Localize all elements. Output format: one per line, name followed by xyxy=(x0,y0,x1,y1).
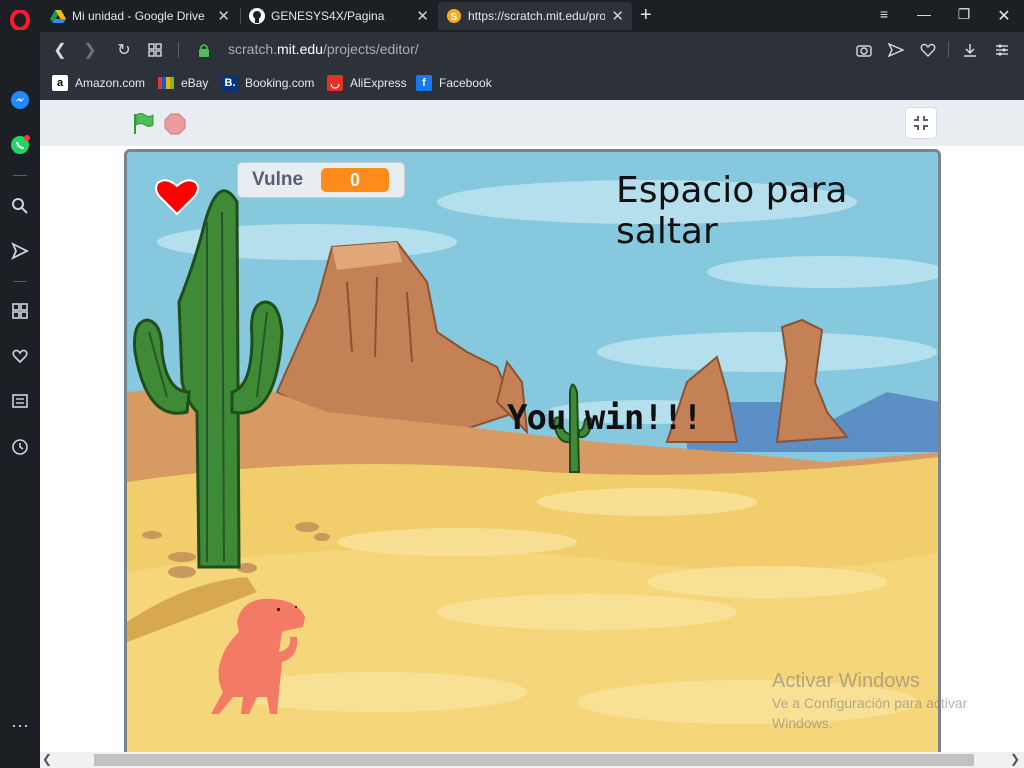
more-icon[interactable]: ⋯ xyxy=(8,714,32,738)
forward-button[interactable]: ❯ xyxy=(80,40,100,60)
tab-github[interactable]: GENESYS4X/Pagina ✕ xyxy=(241,2,437,30)
search-icon[interactable] xyxy=(8,194,32,218)
variable-value: 0 xyxy=(321,168,390,192)
page-content: Vulne 0 Espacio para saltar You win!!! xyxy=(40,100,1024,759)
variable-monitor[interactable]: Vulne 0 xyxy=(237,162,405,198)
horizontal-scrollbar[interactable]: ❮ ❯ xyxy=(40,752,1024,768)
scroll-right-arrow[interactable]: ❯ xyxy=(1010,752,1020,766)
bookmarks-bar: a Amazon.com eBay B. Booking.com ◡ AliEx… xyxy=(40,68,1024,100)
restore-button[interactable]: ❐ xyxy=(954,6,974,23)
send-icon[interactable] xyxy=(8,239,32,263)
bookmark-ebay[interactable]: eBay xyxy=(158,75,208,91)
ebay-icon xyxy=(158,75,174,91)
scratch-stage[interactable]: Vulne 0 Espacio para saltar You win!!! xyxy=(124,149,941,759)
opera-logo-icon[interactable] xyxy=(8,8,32,32)
tab-menu-icon[interactable]: ≡ xyxy=(874,6,894,22)
facebook-icon: f xyxy=(416,75,432,91)
history-icon[interactable] xyxy=(8,435,32,459)
tab-google-drive[interactable]: Mi unidad - Google Drive ✕ xyxy=(42,2,238,30)
watermark-title: Activar Windows xyxy=(772,670,920,692)
new-tab-button[interactable]: + xyxy=(640,4,652,27)
reload-button[interactable]: ↻ xyxy=(114,40,134,60)
tab-title: Mi unidad - Google Drive xyxy=(72,9,205,23)
watermark-subtitle: Ve a Configuración para activar Windows. xyxy=(772,695,968,731)
close-tab-icon[interactable]: ✕ xyxy=(217,7,230,25)
tab-title: GENESYS4X/Pagina xyxy=(271,9,385,23)
bookmark-label: AliExpress xyxy=(350,76,407,90)
scratch-controls-bar xyxy=(40,100,1024,146)
bookmark-label: Amazon.com xyxy=(75,76,146,90)
tab-title: https://scratch.mit.edu/proj xyxy=(468,9,606,23)
send-page-icon[interactable] xyxy=(886,40,906,60)
opera-sidebar: ⋯ xyxy=(0,0,40,768)
tabs-overview-icon[interactable] xyxy=(145,40,165,60)
win-message: You win!!! xyxy=(507,398,703,438)
bookmark-booking[interactable]: B. Booking.com xyxy=(222,75,314,91)
variable-name: Vulne xyxy=(252,169,304,190)
lock-icon[interactable] xyxy=(194,40,214,60)
exit-fullscreen-button[interactable] xyxy=(905,107,937,139)
svg-text:S: S xyxy=(451,12,458,23)
close-tab-icon[interactable]: ✕ xyxy=(611,7,624,25)
scratch-icon: S xyxy=(446,8,462,24)
bookmark-amazon[interactable]: a Amazon.com xyxy=(52,75,145,91)
news-icon[interactable] xyxy=(8,389,32,413)
scroll-left-arrow[interactable]: ❮ xyxy=(42,752,52,766)
stage-title: Espacio para saltar xyxy=(616,170,848,252)
close-window-button[interactable]: ✕ xyxy=(994,6,1014,26)
speed-dial-icon[interactable] xyxy=(8,299,32,323)
aliexpress-icon: ◡ xyxy=(327,75,343,91)
easy-setup-icon[interactable] xyxy=(992,40,1012,60)
back-button[interactable]: ❮ xyxy=(50,40,70,60)
whatsapp-icon[interactable] xyxy=(8,133,32,157)
github-icon xyxy=(249,8,265,24)
green-flag-button[interactable] xyxy=(132,112,156,136)
snapshot-icon[interactable] xyxy=(854,40,874,60)
url-field[interactable]: scratch.mit.edu/projects/editor/ xyxy=(228,41,419,57)
close-tab-icon[interactable]: ✕ xyxy=(416,7,429,25)
address-bar-row: ❮ ❯ ↻ scratch.mit.edu/projects/editor/ xyxy=(40,32,1024,68)
minimize-button[interactable]: — xyxy=(914,6,934,22)
bookmark-heart-icon[interactable] xyxy=(918,40,938,60)
stop-button[interactable] xyxy=(164,113,186,135)
amazon-icon: a xyxy=(52,75,68,91)
bookmark-label: Booking.com xyxy=(245,76,315,90)
tab-bar: Mi unidad - Google Drive ✕ GENESYS4X/Pag… xyxy=(40,0,1024,32)
bookmark-aliexpress[interactable]: ◡ AliExpress xyxy=(327,75,407,91)
download-icon[interactable] xyxy=(960,40,980,60)
tab-scratch[interactable]: S https://scratch.mit.edu/proj ✕ xyxy=(438,2,632,30)
scrollbar-thumb[interactable] xyxy=(94,754,974,766)
messenger-icon[interactable] xyxy=(8,88,32,112)
google-drive-icon xyxy=(50,8,66,24)
bookmark-label: eBay xyxy=(181,76,209,90)
bookmark-facebook[interactable]: f Facebook xyxy=(416,75,492,91)
booking-icon: B. xyxy=(222,75,238,91)
heart-icon[interactable] xyxy=(8,344,32,368)
bookmark-label: Facebook xyxy=(439,76,492,90)
windows-activation-watermark: Activar Windows Ve a Configuración para … xyxy=(772,670,992,733)
